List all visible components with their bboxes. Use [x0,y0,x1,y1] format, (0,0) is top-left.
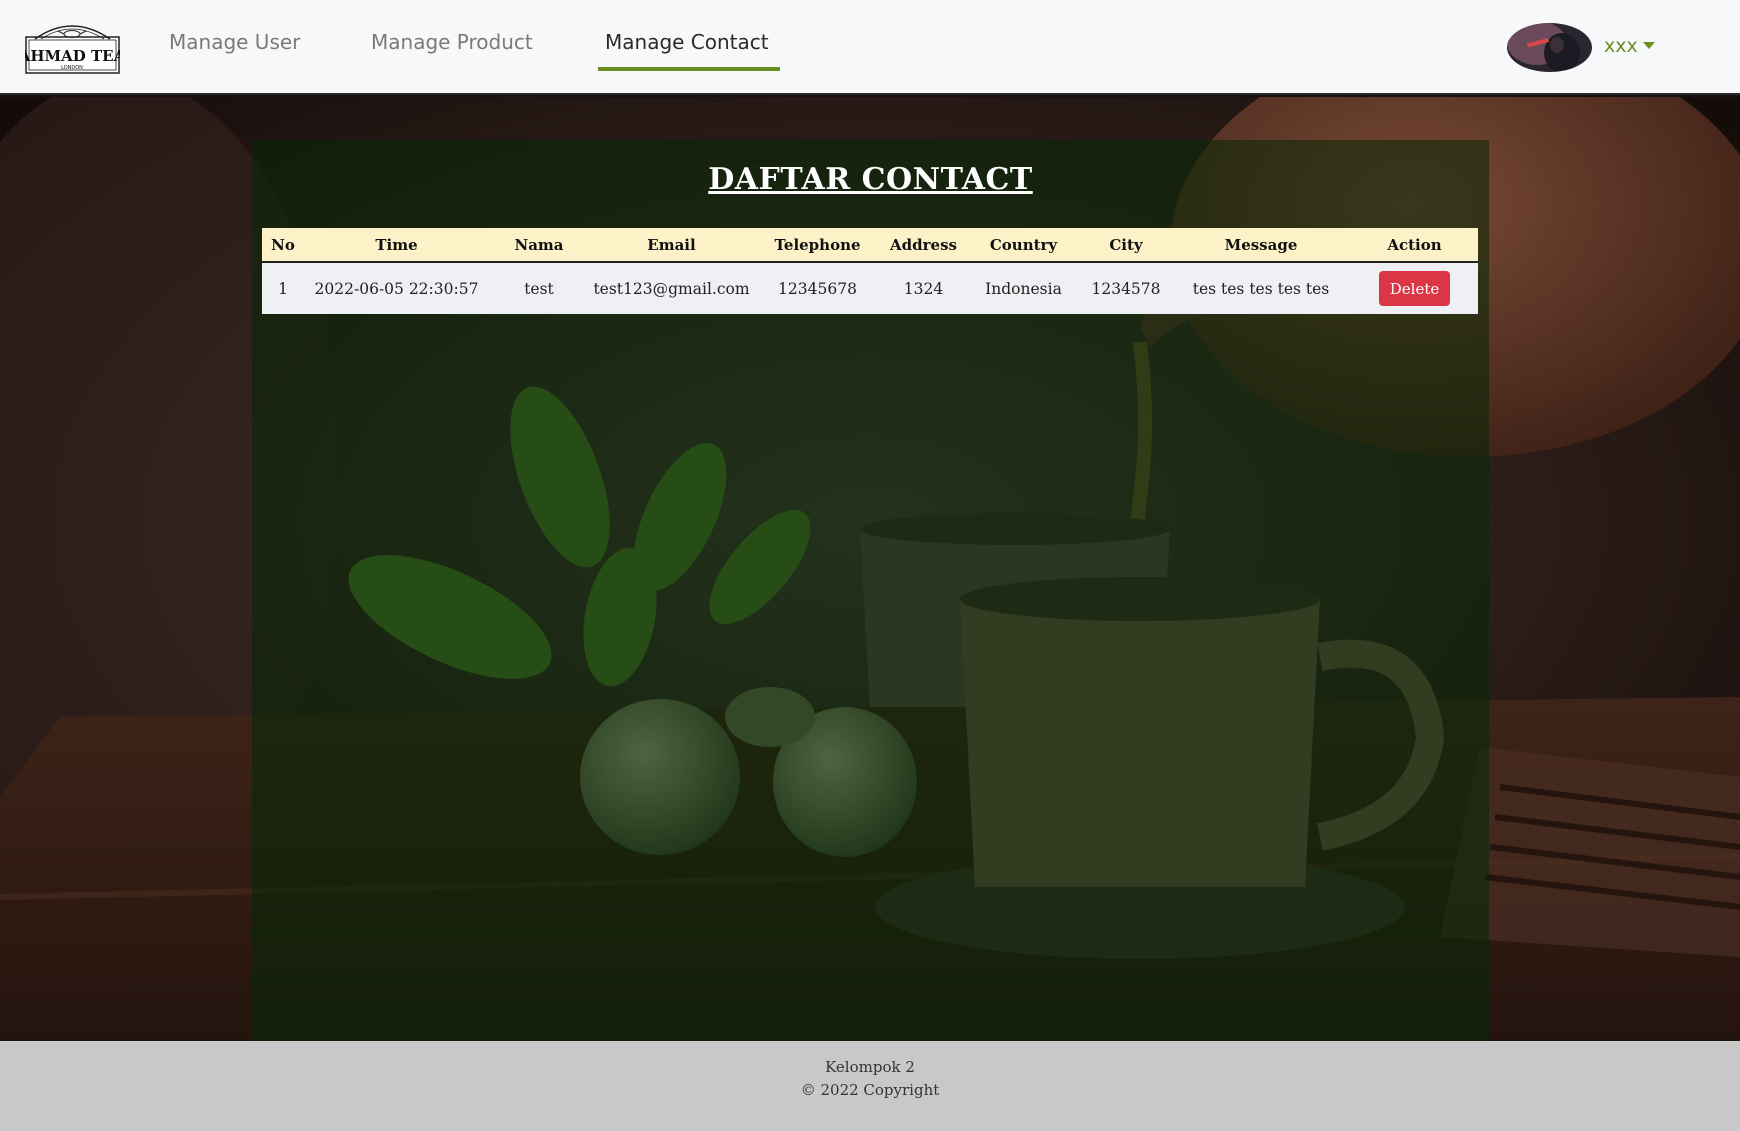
contact-panel: DAFTAR CONTACT No Time Nama Email Teleph… [252,140,1489,1041]
cell-action: Delete [1351,262,1478,314]
nav-manage-contact[interactable]: Manage Contact [605,30,769,54]
cell-time: 2022-06-05 22:30:57 [314,279,479,298]
active-nav-indicator [598,67,780,71]
column-header-time: Time [304,228,489,263]
svg-text:AHMAD TEA: AHMAD TEA [25,47,120,65]
column-header-no: No [262,228,304,263]
column-header-message: Message [1171,228,1351,263]
column-header-email: Email [589,228,754,263]
column-header-telephone: Telephone [754,228,881,263]
column-header-nama: Nama [489,228,589,263]
cell-country: Indonesia [985,279,1062,298]
user-name-dropdown[interactable]: xxx [1604,35,1638,57]
column-header-city: City [1081,228,1171,263]
svg-text:LONDON: LONDON [61,65,83,71]
table-row: 1 2022-06-05 22:30:57 test test123@gmail… [262,262,1478,314]
footer-copyright: © 2022 Copyright [800,1081,940,1099]
chevron-down-icon[interactable] [1643,42,1655,49]
column-header-action: Action [1351,228,1478,263]
user-avatar[interactable] [1507,23,1592,72]
cell-nama: test [524,279,554,298]
ahmad-tea-logo[interactable]: AHMAD TEA LONDON [18,19,126,75]
delete-button[interactable]: Delete [1379,271,1450,306]
page-title: DAFTAR CONTACT [708,162,1033,197]
footer-group-name: Kelompok 2 [825,1058,915,1076]
column-header-address: Address [881,228,966,263]
navbar: AHMAD TEA LONDON Manage User Manage Prod… [0,0,1740,95]
nav-manage-user[interactable]: Manage User [169,30,300,54]
footer: Kelompok 2 © 2022 Copyright [0,1041,1740,1131]
column-header-country: Country [966,228,1081,263]
table-header-row: No Time Nama Email Telephone Address Cou… [262,228,1478,263]
cell-city: 1234578 [1091,279,1161,298]
cell-address: 1324 [903,279,944,298]
nav-manage-product[interactable]: Manage Product [371,30,533,54]
cell-telephone: 12345678 [778,279,857,298]
cell-email: test123@gmail.com [593,279,750,298]
cell-no: 1 [278,279,288,298]
contact-table: No Time Nama Email Telephone Address Cou… [262,228,1478,314]
cell-message: tes tes tes tes tes [1192,279,1330,298]
